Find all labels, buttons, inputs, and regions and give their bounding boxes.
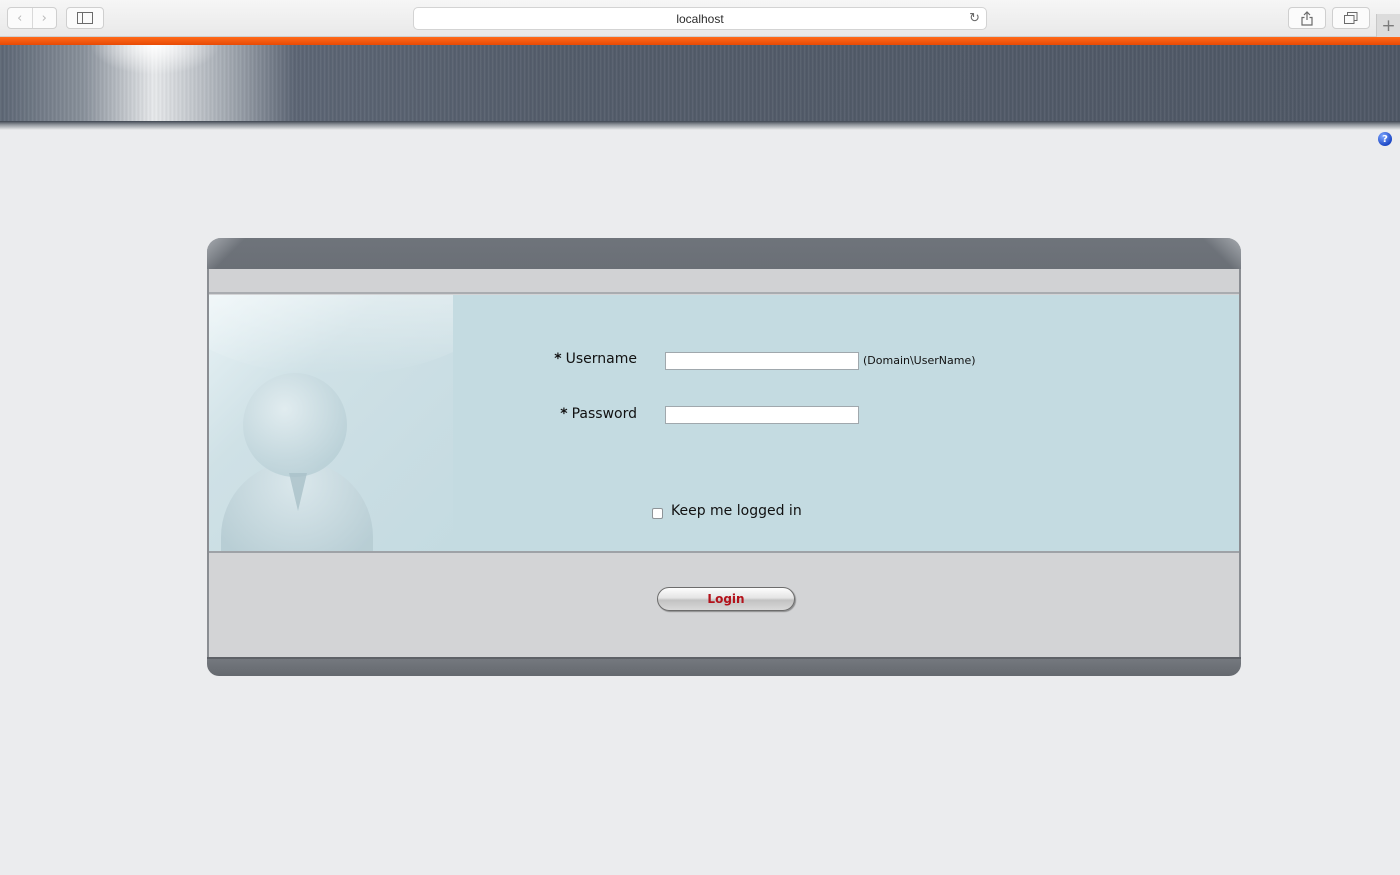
password-label: * Password xyxy=(489,406,637,422)
url-text: localhost xyxy=(676,12,724,26)
tabs-icon xyxy=(1344,12,1358,24)
login-button[interactable]: Login xyxy=(657,587,795,611)
panel-body: * Username (Domain\UserName) * Password Ke… xyxy=(207,269,1241,658)
username-label: * Username xyxy=(489,351,637,367)
chevron-left-icon: ‹ xyxy=(17,10,23,26)
reload-icon[interactable]: ↻ xyxy=(969,11,980,26)
question-mark-icon[interactable]: ? xyxy=(1378,132,1392,146)
keep-logged-in-label[interactable]: Keep me logged in xyxy=(671,503,802,519)
show-tabs-button[interactable] xyxy=(1332,7,1370,29)
accent-stripe xyxy=(0,37,1400,45)
password-input[interactable] xyxy=(665,406,859,424)
new-tab-button[interactable]: + xyxy=(1376,14,1400,37)
browser-toolbar: ‹ › localhost ↻ + xyxy=(0,0,1400,37)
panel-subheader xyxy=(209,269,1239,294)
header-banner xyxy=(0,45,1400,121)
forward-button[interactable]: › xyxy=(31,8,57,28)
plus-icon: + xyxy=(1381,15,1396,36)
required-marker: * xyxy=(560,406,568,422)
username-hint: (Domain\UserName) xyxy=(863,354,976,367)
banner-shadow xyxy=(0,121,1400,130)
login-form: * Username (Domain\UserName) * Password Ke… xyxy=(209,295,1239,553)
username-input[interactable] xyxy=(665,352,859,370)
sidebar-toggle-button[interactable] xyxy=(66,7,104,29)
panel-footer xyxy=(207,657,1241,676)
share-button[interactable] xyxy=(1288,7,1326,29)
username-label-text: Username xyxy=(565,351,637,367)
panel-header xyxy=(207,238,1241,269)
address-bar[interactable]: localhost ↻ xyxy=(413,7,987,30)
login-panel: * Username (Domain\UserName) * Password Ke… xyxy=(207,238,1241,676)
password-label-text: Password xyxy=(571,406,637,422)
share-icon xyxy=(1301,10,1313,26)
back-button[interactable]: ‹ xyxy=(8,8,32,28)
chevron-right-icon: › xyxy=(41,10,47,26)
sidebar-icon xyxy=(77,12,93,24)
user-silhouette-image xyxy=(209,295,453,551)
required-marker: * xyxy=(554,351,562,367)
navigation-buttons: ‹ › xyxy=(7,7,57,29)
keep-logged-in-checkbox[interactable] xyxy=(652,508,663,519)
banner-highlight xyxy=(90,45,220,75)
